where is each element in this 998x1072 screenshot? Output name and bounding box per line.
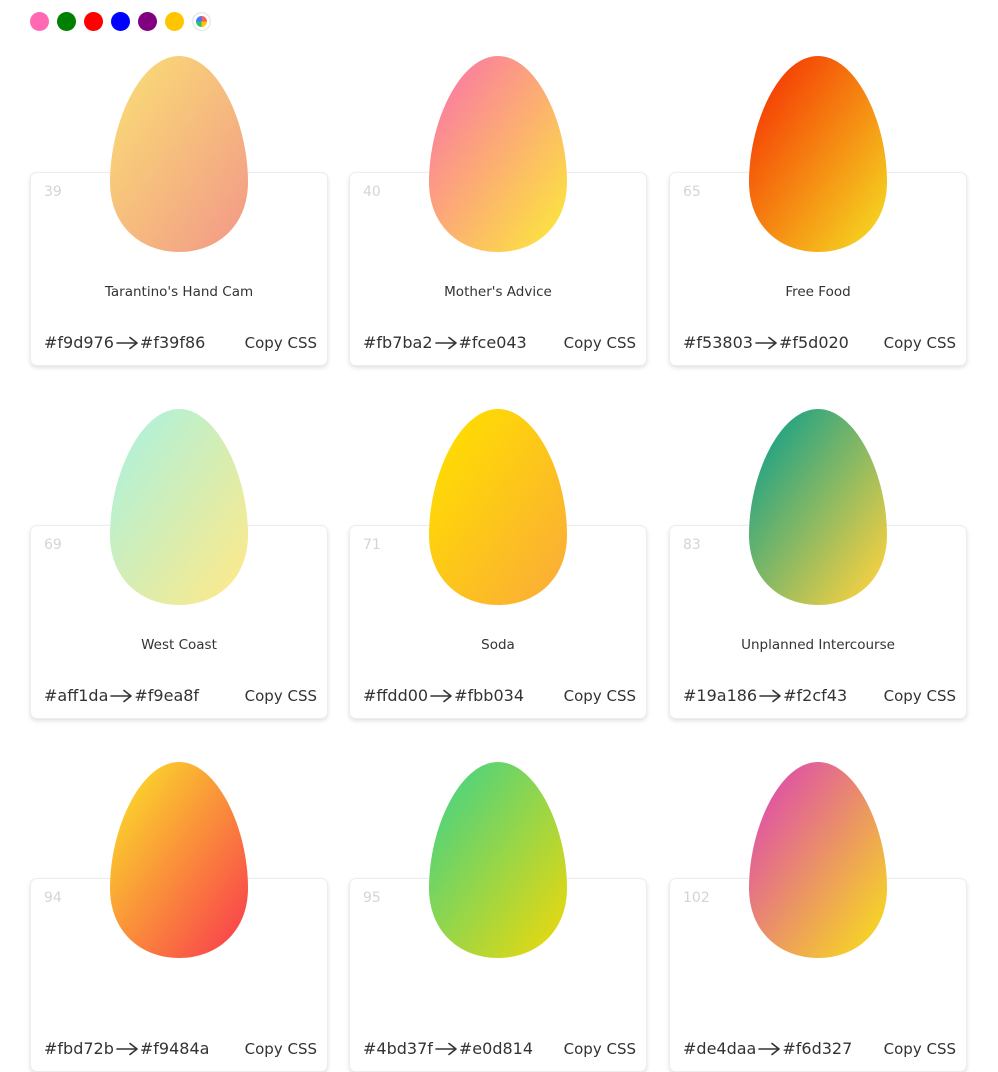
copy-css-button[interactable]: Copy CSS	[884, 1040, 956, 1058]
arrow-right-icon	[434, 336, 457, 349]
gradient-number: 102	[683, 890, 710, 906]
gradient-number: 39	[44, 184, 62, 200]
color-from: #aff1da	[44, 686, 109, 705]
gradient-egg-preview[interactable]	[108, 760, 250, 960]
gradient-number: 69	[44, 537, 62, 553]
gradient-egg-preview[interactable]	[427, 407, 569, 607]
color-from: #19a186	[683, 686, 758, 705]
gradient-egg-preview[interactable]	[427, 54, 569, 254]
gradient-number: 83	[683, 537, 701, 553]
copy-css-button[interactable]: Copy CSS	[564, 687, 636, 705]
gradient-number: 40	[363, 184, 381, 200]
arrow-right-icon	[430, 689, 452, 702]
arrow-right-icon	[116, 1042, 138, 1055]
color-from: #f9d976	[44, 333, 114, 352]
arrow-right-icon	[759, 689, 781, 702]
color-to: #f9484a	[139, 1039, 210, 1058]
color-from: #ffdd00	[363, 686, 429, 705]
gradient-codes: #fb7ba2 #fce043	[363, 333, 527, 352]
color-to: #fce043	[458, 333, 527, 352]
arrow-right-icon	[110, 689, 133, 702]
color-to: #f2cf43	[783, 686, 848, 705]
gradient-name: West Coast	[141, 637, 217, 653]
arrow-right-icon	[755, 336, 777, 349]
copy-css-button[interactable]: Copy CSS	[564, 1040, 636, 1058]
gradient-egg-preview[interactable]	[747, 760, 889, 960]
gradient-name: Soda	[481, 637, 515, 653]
copy-css-button[interactable]: Copy CSS	[245, 1040, 317, 1058]
arrow-right-icon	[435, 1042, 457, 1055]
copy-css-button[interactable]: Copy CSS	[245, 334, 317, 352]
copy-css-button[interactable]: Copy CSS	[564, 334, 636, 352]
gradient-codes: #fbd72b #f9484a	[44, 1039, 209, 1058]
gradient-egg-preview[interactable]	[747, 54, 889, 254]
gradient-number: 71	[363, 537, 381, 553]
gradient-number: 95	[363, 890, 381, 906]
gradient-codes: #de4daa #f6d327	[683, 1039, 852, 1058]
color-to: #f5d020	[778, 333, 849, 352]
color-from: #fbd72b	[44, 1039, 114, 1058]
gradient-name: Unplanned Intercourse	[741, 637, 895, 653]
gradient-codes: #aff1da #f9ea8f	[44, 686, 199, 705]
color-to: #e0d814	[458, 1039, 534, 1058]
gradient-codes: #4bd37f #e0d814	[363, 1039, 533, 1058]
color-from: #f53803	[683, 333, 753, 352]
color-from: #4bd37f	[363, 1039, 433, 1058]
gradient-codes: #ffdd00 #fbb034	[363, 686, 524, 705]
gradient-egg-preview[interactable]	[108, 54, 250, 254]
color-to: #f39f86	[139, 333, 206, 352]
copy-css-button[interactable]: Copy CSS	[245, 687, 317, 705]
gradient-name: Free Food	[785, 284, 851, 300]
gradient-codes: #19a186 #f2cf43	[683, 686, 847, 705]
copy-css-button[interactable]: Copy CSS	[884, 334, 956, 352]
gradient-number: 65	[683, 184, 701, 200]
arrow-right-icon	[116, 336, 138, 349]
color-to: #f6d327	[782, 1039, 853, 1058]
gradient-name: Tarantino's Hand Cam	[104, 284, 254, 300]
gradient-egg-preview[interactable]	[108, 407, 250, 607]
color-to: #f9ea8f	[134, 686, 200, 705]
gradient-egg-preview[interactable]	[747, 407, 889, 607]
gradient-codes: #f9d976 #f39f86	[44, 333, 205, 352]
color-from: #de4daa	[683, 1039, 757, 1058]
gradient-codes: #f53803 #f5d020	[683, 333, 849, 352]
gradient-egg-preview[interactable]	[427, 760, 569, 960]
copy-css-button[interactable]: Copy CSS	[884, 687, 956, 705]
gradient-number: 94	[44, 890, 62, 906]
gradient-name: Mother's Advice	[444, 284, 552, 300]
arrow-right-icon	[758, 1042, 781, 1055]
color-from: #fb7ba2	[363, 333, 433, 352]
color-to: #fbb034	[454, 686, 524, 705]
gradient-grid: 39 Tarantino's Hand Cam #f9d976 #f39f86 Copy…	[0, 0, 998, 1072]
